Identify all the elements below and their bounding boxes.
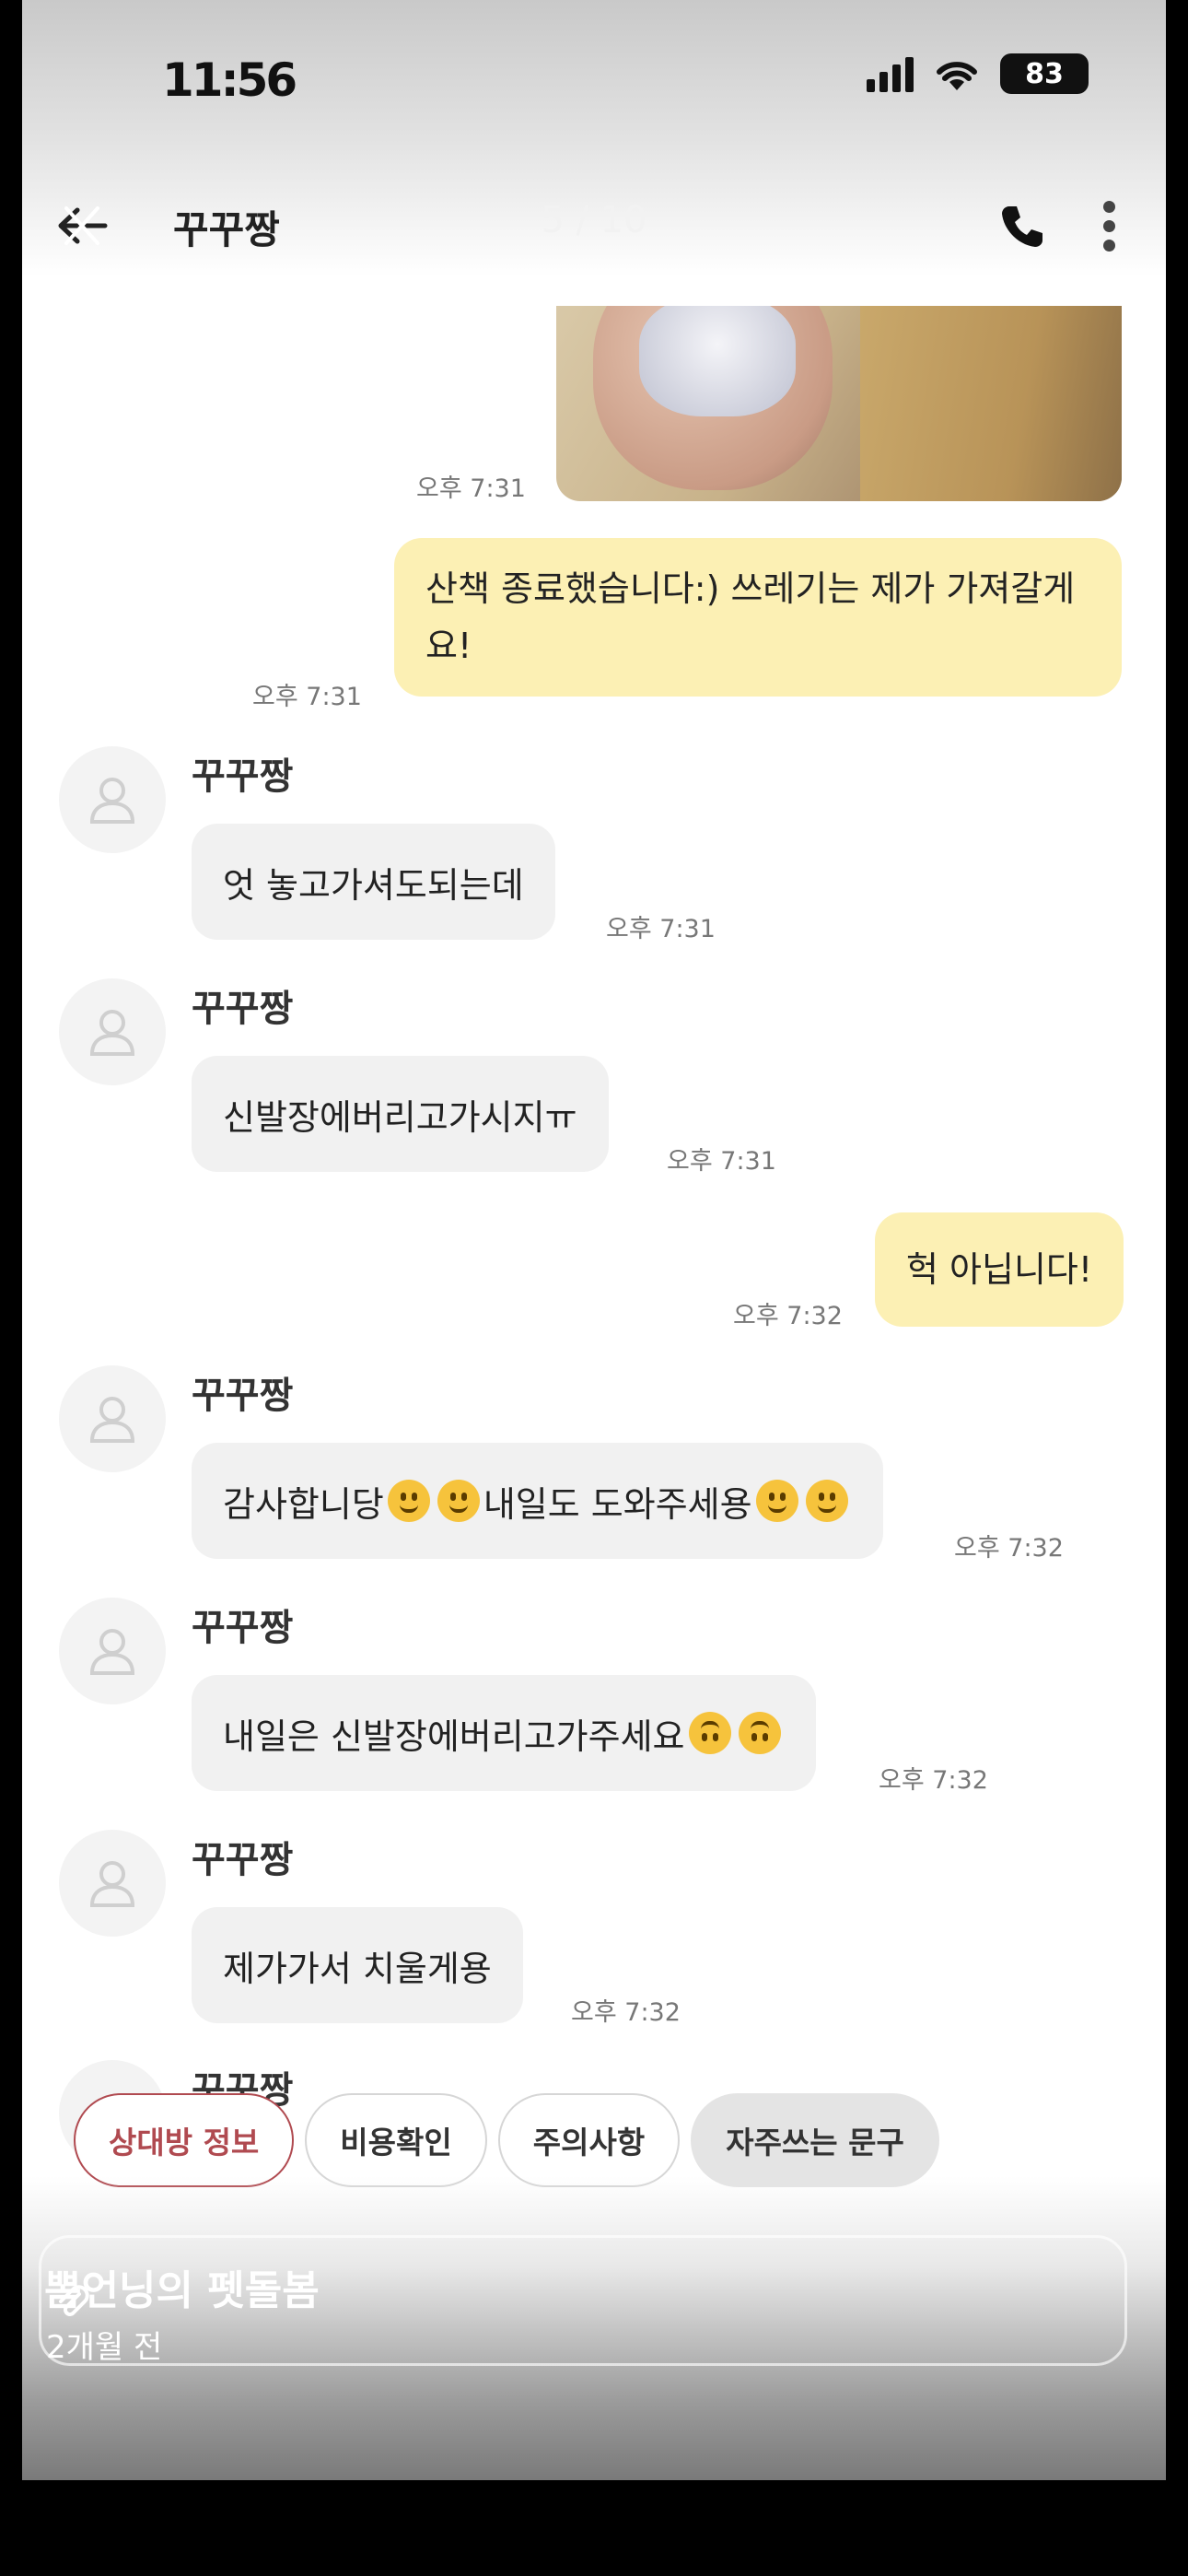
avatar[interactable]	[59, 978, 166, 1085]
other-message-bubble: 엇 놓고가셔도되는데	[192, 824, 555, 940]
other-message-bubble: 내일은 신발장에버리고가주세요	[192, 1675, 816, 1791]
other-message-bubble: 감사합니당 내일도 도와주세용	[192, 1443, 883, 1559]
avatar[interactable]	[59, 1830, 166, 1937]
other-message-bubble: 신발장에버리고가시지ㅠ	[192, 1056, 609, 1172]
battery-icon: 83	[1000, 53, 1089, 94]
story-author: 뽐언닝의 펫돌봄	[44, 2267, 320, 2314]
message-time: 오후 7:31	[416, 474, 526, 503]
message-time: 오후 7:32	[879, 1766, 988, 1795]
slight-smile-emoji	[755, 1480, 798, 1522]
message-time: 오후 7:31	[606, 915, 716, 943]
slight-smile-emoji	[437, 1480, 480, 1522]
more-vertical-icon[interactable]	[1100, 195, 1118, 260]
my-message-bubble: 산책 종료했습니다:) 쓰레기는 제가 가져갈게요!	[394, 538, 1122, 697]
status-time: 11:56	[162, 53, 297, 107]
wifi-icon	[937, 62, 977, 90]
story-page-counter: 5 / 10	[541, 199, 647, 241]
sender-name: 꾸꾸짱	[192, 755, 294, 798]
message-time: 오후 7:32	[733, 1302, 843, 1330]
sender-name: 꾸꾸짱	[192, 1607, 294, 1649]
message-text: 내일도 도와주세용	[483, 1483, 752, 1525]
slight-smile-emoji	[805, 1480, 848, 1522]
chip-precautions[interactable]: 주의사항	[497, 2093, 681, 2187]
sender-name: 꾸꾸짱	[192, 1839, 294, 1881]
signal-icon	[867, 55, 914, 92]
message-time: 오후 7:31	[252, 683, 362, 711]
message-time: 오후 7:31	[667, 1147, 776, 1176]
message-time: 오후 7:32	[571, 1998, 681, 2027]
avatar[interactable]	[59, 1365, 166, 1472]
avatar[interactable]	[59, 1598, 166, 1704]
screen: 11:56 83 꾸꾸짱 5 / 10 오후 7:31 산책 종료했습니다:) …	[22, 0, 1166, 2480]
person-icon	[89, 1397, 135, 1443]
person-icon	[89, 1629, 135, 1675]
other-message-bubble: 제가가서 치울게용	[192, 1907, 523, 2023]
my-message-bubble: 헉 아닙니다!	[875, 1212, 1124, 1327]
chat-header: 꾸꾸짱 5 / 10	[22, 175, 1166, 276]
sender-name: 꾸꾸짱	[192, 1375, 294, 1417]
upside-down-emoji	[688, 1712, 731, 1754]
photo-message[interactable]	[556, 306, 1122, 501]
message-text: 내일은 신발장에버리고가주세요	[223, 1715, 685, 1757]
person-icon	[89, 778, 135, 824]
person-icon	[89, 1861, 135, 1907]
upside-down-emoji	[738, 1712, 781, 1754]
message-text: 감사합니당	[223, 1483, 384, 1525]
story-posted-time: 2개월 전	[46, 2329, 163, 2366]
chip-cost-check[interactable]: 비용확인	[305, 2093, 487, 2187]
slight-smile-emoji	[387, 1480, 430, 1522]
avatar[interactable]	[59, 746, 166, 853]
person-icon	[89, 1010, 135, 1056]
phone-icon[interactable]	[998, 203, 1046, 251]
status-icons: 83	[867, 53, 1089, 94]
message-time: 오후 7:32	[954, 1534, 1064, 1563]
chip-frequent-phrases[interactable]: 자주쓰는 문구	[691, 2093, 939, 2187]
status-bar: 11:56 83	[22, 0, 1166, 157]
quick-action-chips: 상대방 정보 비용확인 주의사항 자주쓰는 문구	[74, 2093, 939, 2187]
chip-partner-info[interactable]: 상대방 정보	[74, 2093, 295, 2187]
sender-name: 꾸꾸짱	[192, 988, 294, 1030]
